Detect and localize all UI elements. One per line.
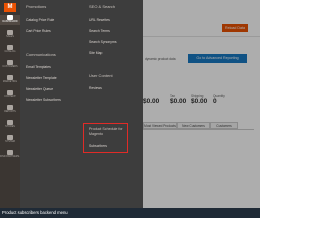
sidebar-item-label: DASHBOARD [2,20,18,23]
sidebar-item-label: CONTENT [4,95,16,98]
search-terms-link[interactable]: Search Terms [89,29,110,33]
seo-search-heading: SEO & Search [89,4,116,9]
sidebar-item-label: SALES [6,35,14,38]
user-content-heading: User Content [89,73,113,78]
caption-bar: Product subscribers backend menu [0,208,260,218]
sidebar-item-label: REPORTS [4,110,16,113]
sidebar-item-label: MARKETING [2,80,18,83]
sidebar-item-catalog[interactable]: CATALOG [0,45,20,55]
marketing-flyout-menu: Promotions Catalog Price Rule Cart Price… [20,0,143,208]
sidebar-item-label: STORES [5,125,15,128]
sidebar-item-dashboard[interactable]: DASHBOARD [0,15,20,25]
newsletter-queue-link[interactable]: Newsletter Queue [26,87,53,91]
email-templates-link[interactable]: Email Templates [26,65,51,69]
newsletter-template-link[interactable]: Newsletter Template [26,76,57,80]
catalog-price-rule-link[interactable]: Catalog Price Rule [26,18,54,22]
overlay-dim [143,0,260,208]
url-rewrites-link[interactable]: URL Rewrites [89,18,110,22]
newsletter-subscribers-link[interactable]: Newsletter Subscribers [26,98,61,102]
magento-logo[interactable]: M [4,3,16,12]
sidebar-item-label: CUSTOMERS [2,65,18,68]
admin-sidebar: M DASHBOARD SALES CATALOG CUSTOMERS MARK… [0,0,20,208]
site-map-link[interactable]: Site Map [89,51,102,55]
communications-heading: Communications [26,52,56,57]
promotions-heading: Promotions [26,4,47,9]
sidebar-item-marketing[interactable]: MARKETING [0,75,20,85]
sidebar-item-reports[interactable]: REPORTS [0,105,20,115]
sidebar-item-customers[interactable]: CUSTOMERS [0,60,20,70]
sidebar-item-stores[interactable]: STORES [0,120,20,130]
sidebar-item-sales[interactable]: SALES [0,30,20,40]
sidebar-item-label: CATALOG [4,50,16,53]
search-synonyms-link[interactable]: Search Synonyms [89,40,117,44]
sidebar-item-content[interactable]: CONTENT [0,90,20,100]
cart-price-rules-link[interactable]: Cart Price Rules [26,29,51,33]
reviews-link[interactable]: Reviews [89,86,102,90]
highlight-box [83,123,128,153]
admin-screen: Reload Data dynamic product data Go to A… [0,0,260,218]
sidebar-item-label: SYSTEM [5,140,15,143]
sidebar-item-partners[interactable]: FIND PARTNERS & EXTENSIONS [0,150,20,160]
sidebar-item-system[interactable]: SYSTEM [0,135,20,145]
sidebar-item-label: FIND PARTNERS & EXTENSIONS [0,155,20,158]
